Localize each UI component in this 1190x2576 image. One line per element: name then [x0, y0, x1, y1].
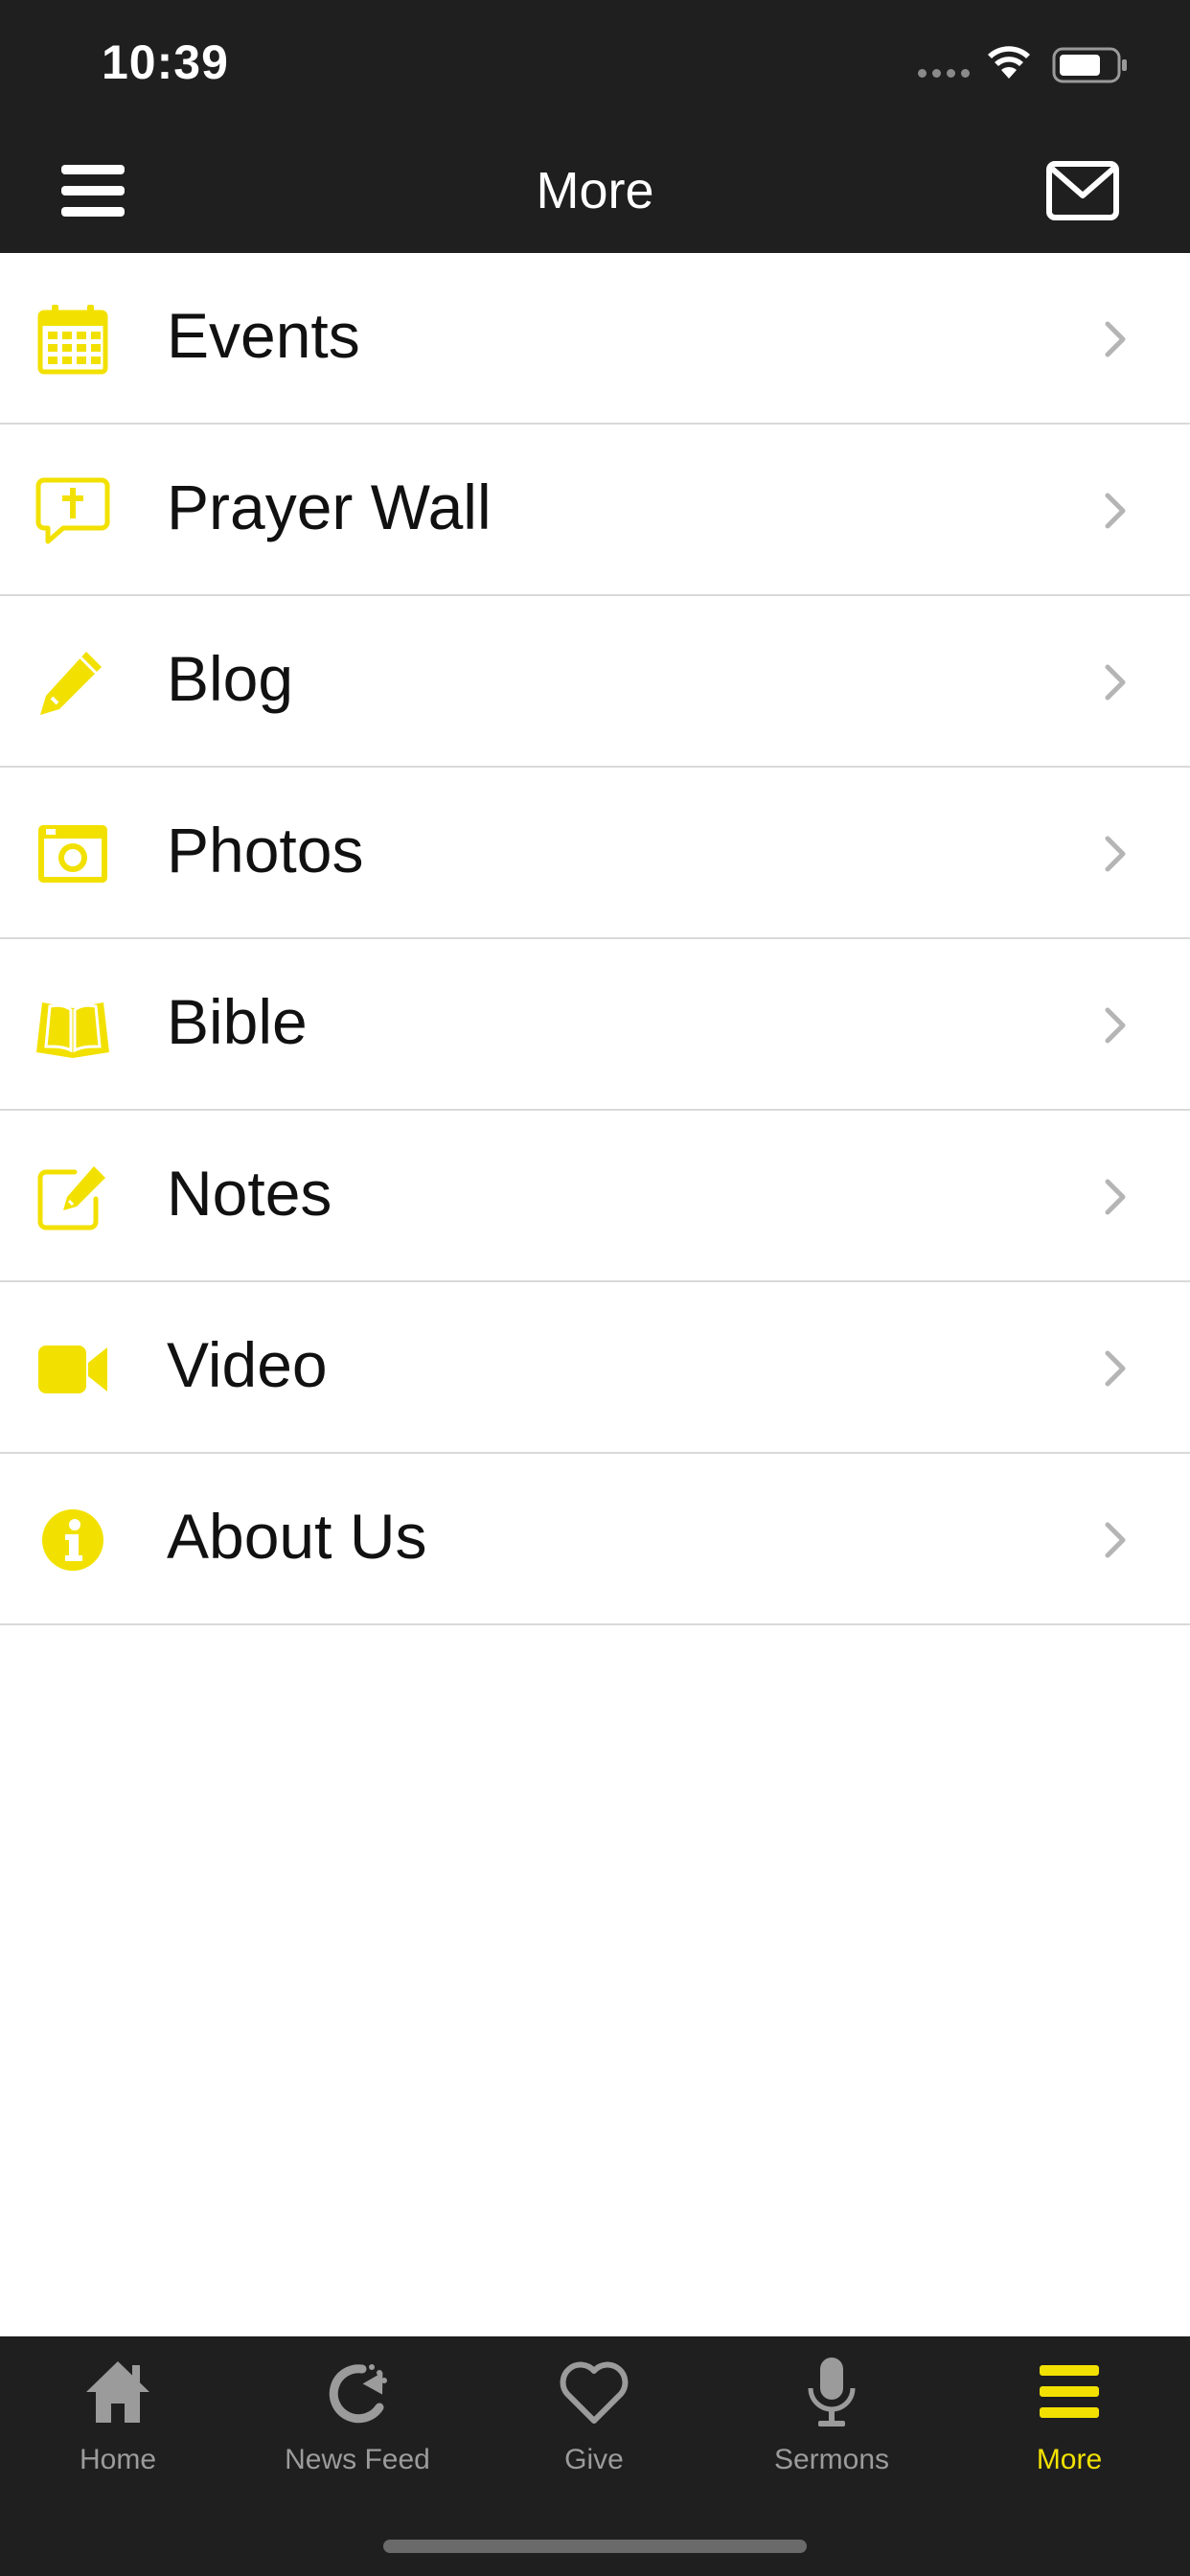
tab-give[interactable]: Give [479, 2354, 709, 2497]
tab-home[interactable]: Home [3, 2354, 233, 2497]
more-menu-list: Events Prayer Wall Blog Photos Bible Not… [0, 253, 1190, 1625]
chevron-right-icon [1105, 321, 1126, 357]
menu-item-label: Events [167, 300, 360, 371]
battery-icon [1052, 47, 1127, 83]
camera-icon [38, 825, 107, 883]
menu-item-prayer-wall[interactable]: Prayer Wall [0, 425, 1190, 596]
menu-item-label: Photos [167, 815, 364, 886]
navigation-bar: More [0, 134, 1190, 253]
chevron-right-icon [1105, 1007, 1126, 1044]
open-book-icon [36, 1002, 109, 1058]
mail-button[interactable] [1046, 161, 1119, 220]
page-title: More [536, 162, 654, 219]
menu-item-label: Video [167, 1329, 328, 1400]
menu-item-events[interactable]: Events [0, 253, 1190, 425]
info-icon [42, 1509, 103, 1571]
tab-label: Sermons [773, 2444, 890, 2475]
menu-item-bible[interactable]: Bible [0, 939, 1190, 1111]
tab-label: News Feed [285, 2444, 430, 2475]
menu-item-label: Prayer Wall [167, 472, 492, 542]
pencil-icon [40, 652, 102, 715]
tab-more[interactable]: More [954, 2354, 1184, 2497]
menu-item-label: Notes [167, 1158, 332, 1229]
chevron-right-icon [1105, 493, 1126, 529]
tab-label: Home [79, 2444, 157, 2475]
heart-icon [560, 2361, 629, 2424]
menu-item-about-us[interactable]: About Us [0, 1454, 1190, 1625]
chevron-right-icon [1105, 836, 1126, 872]
chevron-right-icon [1105, 664, 1126, 701]
refresh-icon [329, 2364, 387, 2424]
prayer-bubble-icon [35, 477, 110, 544]
microphone-icon [808, 2358, 856, 2426]
chevron-right-icon [1105, 1350, 1126, 1387]
menu-item-notes[interactable]: Notes [0, 1111, 1190, 1282]
cellular-signal-icon [918, 69, 970, 78]
tab-news-feed[interactable]: News Feed [242, 2354, 472, 2497]
hamburger-icon [1040, 2365, 1099, 2418]
menu-item-video[interactable]: Video [0, 1282, 1190, 1454]
menu-item-photos[interactable]: Photos [0, 768, 1190, 939]
home-icon [86, 2361, 149, 2423]
video-camera-icon [38, 1346, 107, 1393]
menu-item-label: Bible [167, 986, 308, 1057]
menu-item-blog[interactable]: Blog [0, 596, 1190, 768]
status-bar: 10:39 [0, 0, 1190, 134]
menu-item-label: Blog [167, 643, 294, 714]
edit-note-icon [37, 1166, 105, 1230]
home-indicator[interactable] [383, 2540, 807, 2553]
menu-item-label: About Us [167, 1501, 427, 1572]
tab-sermons[interactable]: Sermons [717, 2354, 947, 2497]
wifi-icon [988, 46, 1030, 79]
chevron-right-icon [1105, 1522, 1126, 1558]
tab-label: Give [564, 2444, 624, 2475]
status-time: 10:39 [102, 35, 229, 89]
chevron-right-icon [1105, 1179, 1126, 1215]
tab-label: More [1036, 2444, 1103, 2475]
calendar-icon [37, 305, 108, 375]
